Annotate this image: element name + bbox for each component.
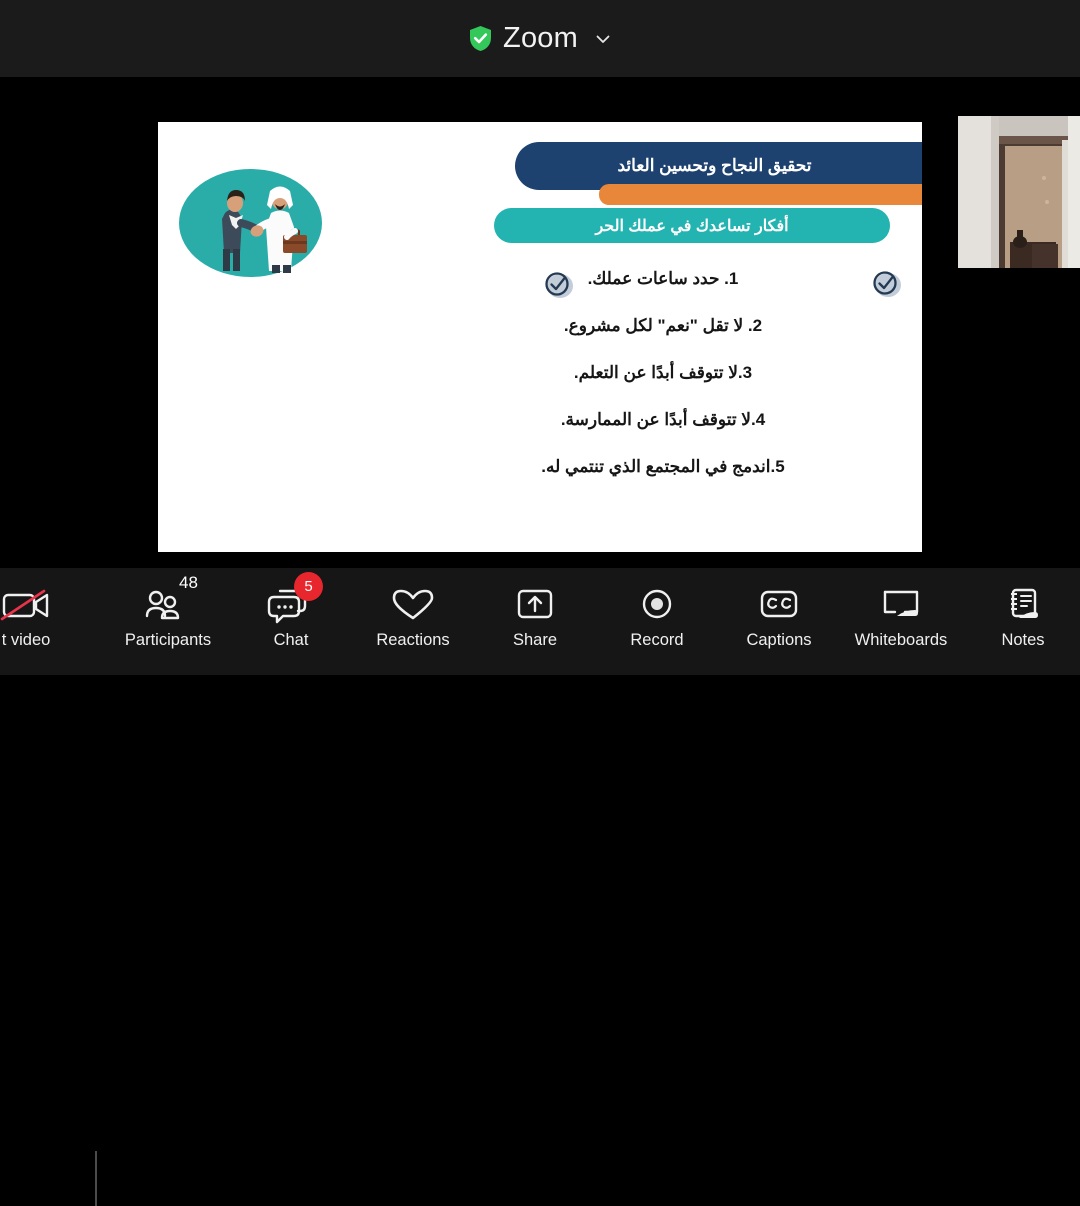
- app-title: Zoom: [503, 22, 578, 54]
- chat-icon: 5: [266, 572, 323, 628]
- window-title-bar: Zoom: [0, 0, 1080, 77]
- list-item: 4.لا تتوقف أبدًا عن الممارسة.: [560, 410, 766, 429]
- whiteboard-icon: [877, 582, 925, 628]
- slide-title-banner: تحقيق النجاح وتحسين العائد: [515, 142, 922, 190]
- participant-video-thumbnail[interactable]: [958, 116, 1080, 268]
- toolbar-label-reactions: Reactions: [376, 631, 450, 649]
- toolbar-button-whiteboards[interactable]: Whiteboards: [845, 582, 957, 664]
- shared-screen-slide: تحقيق النجاح وتحسين العائد أفكار تساعدك …: [158, 122, 922, 552]
- slide-subtitle-text: أفكار تساعدك في عملك الحر: [595, 217, 789, 235]
- toolbar-button-chat[interactable]: 5 Chat: [235, 572, 347, 664]
- check-badge-right-icon: [869, 269, 903, 299]
- meeting-controls-toolbar: t video 48 Participants 5 Chat Reactions…: [0, 568, 1080, 1206]
- toolbar-button-reactions[interactable]: Reactions: [357, 582, 469, 664]
- toolbar-label-chat: Chat: [273, 631, 309, 649]
- participants-icon: 48: [143, 574, 198, 628]
- slide-title-text: تحقيق النجاح وتحسين العائد: [617, 156, 812, 175]
- orange-accent-bar: [599, 184, 922, 205]
- share-screen-icon: [513, 582, 557, 628]
- list-item: 1. حدد ساعات عملك.: [587, 269, 739, 288]
- slide-tips-list: 1. حدد ساعات عملك. 2. لا تقل "نعم" لكل م…: [458, 270, 868, 505]
- notes-icon: [1001, 582, 1045, 628]
- record-icon: [635, 582, 679, 628]
- closed-captions-icon: [756, 582, 802, 628]
- toolbar-label-video: t video: [1, 631, 51, 649]
- toolbar-button-participants[interactable]: 48 Participants: [112, 574, 224, 664]
- heart-icon: [389, 582, 437, 628]
- toolbar-divider: [95, 1151, 97, 1206]
- list-item: 2. لا تقل "نعم" لكل مشروع.: [563, 316, 763, 335]
- toolbar-label-whiteboards: Whiteboards: [854, 631, 948, 649]
- chat-unread-badge: 5: [294, 572, 323, 601]
- toolbar-label-captions: Captions: [746, 631, 812, 649]
- video-off-icon: [0, 582, 52, 628]
- handshake-businessmen-illustration: [179, 169, 322, 277]
- toolbar-button-notes[interactable]: Notes: [967, 582, 1079, 664]
- toolbar-label-participants: Participants: [124, 631, 212, 649]
- toolbar-label-share: Share: [512, 631, 558, 649]
- toolbar-button-video[interactable]: t video: [0, 582, 82, 664]
- participants-count-badge: 48: [179, 573, 198, 592]
- chevron-down-icon[interactable]: [594, 30, 612, 48]
- toolbar-button-share[interactable]: Share: [479, 582, 591, 664]
- list-item: 3.لا تتوقف أبدًا عن التعلم.: [573, 363, 753, 382]
- toolbar-label-record: Record: [630, 631, 684, 649]
- toolbar-label-notes: Notes: [1001, 631, 1045, 649]
- toolbar-button-captions[interactable]: Captions: [723, 582, 835, 664]
- list-item: 5.اندمج في المجتمع الذي تنتمي له.: [541, 457, 785, 476]
- shield-check-icon: [468, 25, 493, 52]
- meeting-stage: تحقيق النجاح وتحسين العائد أفكار تساعدك …: [0, 77, 1080, 568]
- slide-subtitle-banner: أفكار تساعدك في عملك الحر: [494, 208, 890, 243]
- toolbar-button-record[interactable]: Record: [601, 582, 713, 664]
